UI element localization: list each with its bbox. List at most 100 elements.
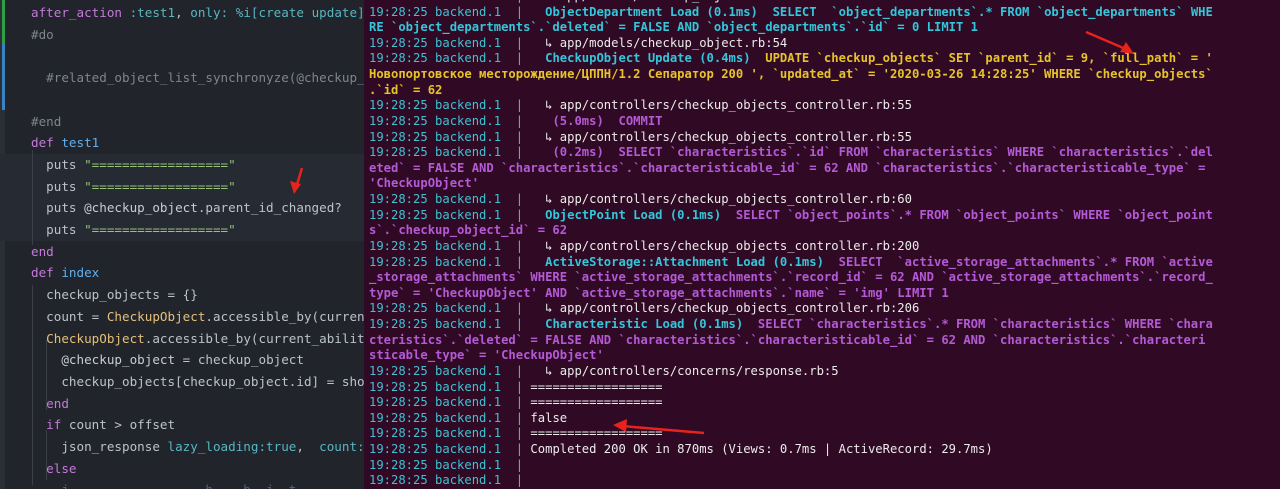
- terminal-line: type` = 'CheckupObject' AND `active_stor…: [369, 286, 949, 302]
- code-token: index: [53, 265, 100, 281]
- terminal-line: RE `object_departments`.`deleted` = FALS…: [369, 20, 978, 36]
- code-token: puts: [31, 178, 85, 194]
- terminal-line: 19:28:25 backend.1 | (5.0ms) COMMIT: [369, 114, 663, 130]
- terminal-line: 19:28:25 backend.1 | ActiveStorage::Atta…: [369, 255, 1213, 271]
- log-text: CheckupObject Update (0.4ms): [523, 51, 751, 66]
- code-editor-pane[interactable]: after_action :test1, only: %i[create upd…: [0, 0, 364, 489]
- code-line[interactable]: checkup_objects[checkup_object.id] = sho…: [0, 371, 364, 393]
- log-text: cteristics`.`deleted` = FALSE AND `chara…: [369, 332, 1206, 347]
- code-token: #related_object_list_synchronyze(@checku…: [31, 70, 364, 86]
- code-line[interactable]: puts "==================": [0, 175, 364, 198]
- log-text: Completed 200 OK in 870ms (Views: 0.7ms …: [523, 441, 993, 456]
- log-text: Characteristic Load (0.1ms): [523, 317, 744, 332]
- code-line[interactable]: puts @checkup_object.parent_id_changed?: [0, 197, 364, 220]
- code-line[interactable]: puts "==================": [0, 153, 364, 176]
- log-text: type` = 'CheckupObject' AND `active_stor…: [369, 285, 949, 300]
- log-prefix: 19:28:25 backend.1 |: [369, 317, 524, 332]
- terminal-pane[interactable]: 19:28:25 backend.1 | ↳ app/models/checku…: [364, 0, 1280, 489]
- code-token: .parent_id_changed?: [197, 200, 342, 216]
- log-prefix: 19:28:25 backend.1 |: [369, 441, 524, 456]
- log-prefix: 19:28:25 backend.1 |: [369, 238, 524, 253]
- log-prefix: 19:28:25 backend.1 |: [369, 113, 524, 128]
- log-text: ↳ app/models/checkup_object.rb:52: [523, 0, 787, 3]
- code-token: @checkup_object: [84, 200, 198, 216]
- log-prefix: 19:28:25 backend.1 |: [369, 35, 524, 50]
- code-line[interactable]: checkup_objects = {}: [0, 284, 364, 306]
- code-line[interactable]: #do: [0, 24, 364, 46]
- code-token: "==================": [84, 178, 236, 194]
- code-line[interactable]: count = CheckupObject.accessible_by(curr…: [0, 306, 364, 328]
- code-token: test1: [53, 135, 100, 151]
- code-token: @checkup_object: [61, 352, 176, 368]
- log-text: UPDATE `checkup_objects` SET `parent_id`…: [750, 51, 1213, 66]
- code-line[interactable]: #related_object_list_synchronyze(@checku…: [0, 67, 364, 89]
- code-line[interactable]: puts "==================": [0, 219, 364, 241]
- terminal-line: 19:28:25 backend.1 | (0.2ms) SELECT `cha…: [369, 145, 1213, 161]
- terminal-line: 19:28:25 backend.1 | false: [369, 411, 567, 427]
- terminal-line: 19:28:25 backend.1 | ==================: [369, 395, 663, 411]
- log-text: SELECT `active_storage_attachments`.* FR…: [823, 254, 1213, 269]
- log-text: Новопортовское месторождение/ЦППН/1.2 Се…: [369, 67, 1213, 82]
- log-prefix: 19:28:25 backend.1 |: [369, 0, 523, 3]
- code-line[interactable]: @checkup_object = checkup_object: [0, 349, 364, 371]
- code-token: #end: [31, 113, 62, 129]
- log-prefix: 19:28:25 backend.1 |: [369, 473, 524, 488]
- log-prefix: 19:28:25 backend.1 |: [369, 457, 524, 472]
- code-token: count:: [319, 439, 364, 454]
- log-text: (0.2ms) SELECT `characteristics`.`id` FR…: [523, 145, 1213, 160]
- log-prefix: 19:28:25 backend.1 |: [369, 426, 524, 441]
- log-text: ↳ app/models/checkup_object.rb:54: [523, 35, 788, 50]
- code-token: ,: [175, 5, 191, 20]
- log-prefix: 19:28:25 backend.1 |: [369, 98, 524, 113]
- code-token: def: [31, 265, 54, 281]
- log-text: eted` = FALSE AND `characteristics`.`cha…: [369, 160, 1206, 175]
- code-token: only:: [190, 5, 229, 20]
- terminal-line: 19:28:25 backend.1 | ↳ app/controllers/c…: [369, 192, 912, 208]
- terminal-line: 19:28:25 backend.1 | ↳ app/controllers/c…: [369, 239, 919, 255]
- code-token: "==================": [84, 156, 236, 172]
- code-line[interactable]: def test1: [0, 132, 364, 154]
- log-prefix: 19:28:25 backend.1 |: [369, 129, 524, 144]
- code-line[interactable]: end: [0, 393, 364, 415]
- log-prefix: 19:28:25 backend.1 |: [369, 145, 524, 160]
- log-text: ↳ app/controllers/checkup_objects_contro…: [523, 301, 920, 316]
- log-text: SELECT `characteristics`.* FROM `charact…: [743, 317, 1213, 332]
- terminal-line: 19:28:25 backend.1 | ↳ app/controllers/c…: [369, 98, 912, 114]
- code-line[interactable]: else: [0, 458, 364, 480]
- terminal-line: 19:28:25 backend.1 | ObjectDepartment Lo…: [369, 5, 1213, 21]
- indent-guide: [32, 150, 33, 245]
- terminal-line: sticable_type` = 'CheckupObject': [369, 348, 604, 364]
- log-text: SELECT `object_points`.* FROM `object_po…: [721, 207, 1213, 222]
- code-line[interactable]: [0, 89, 364, 111]
- indent-guide: [46, 340, 47, 410]
- terminal-line: 19:28:25 backend.1 | Characteristic Load…: [369, 317, 1213, 333]
- code-line[interactable]: end: [0, 241, 364, 263]
- code-line[interactable]: after_action :test1, only: %i[create upd…: [0, 2, 364, 24]
- log-text: sticable_type` = 'CheckupObject': [369, 348, 604, 363]
- log-text: ObjectDepartment Load (0.1ms): [523, 4, 758, 19]
- code-token: = checkup_object: [175, 352, 304, 368]
- log-text: ↳ app/controllers/checkup_objects_contro…: [523, 129, 912, 144]
- terminal-line: cteristics`.`deleted` = FALSE AND `chara…: [369, 333, 1205, 349]
- code-line[interactable]: json_response lazy_loading:true, count: …: [0, 436, 364, 458]
- code-token: json_response: [31, 439, 168, 454]
- code-line[interactable]: CheckupObject.accessible_by(current_abil…: [0, 328, 364, 350]
- code-line[interactable]: j h b j t: [0, 479, 364, 489]
- terminal-line: 19:28:25 backend.1 |: [369, 473, 523, 489]
- code-line[interactable]: #end: [0, 111, 364, 133]
- code-line[interactable]: [0, 45, 364, 67]
- terminal-line: 19:28:25 backend.1 | ObjectPoint Load (0…: [369, 208, 1213, 224]
- log-text: s`.`checkup_object_id` = 62: [369, 223, 568, 238]
- log-prefix: 19:28:25 backend.1 |: [369, 207, 524, 222]
- log-text: ↳ app/controllers/checkup_objects_contro…: [523, 98, 912, 113]
- terminal-line: Новопортовское месторождение/ЦППН/1.2 Се…: [369, 67, 1213, 83]
- log-text: ActiveStorage::Attachment Load (0.1ms): [523, 254, 824, 269]
- code-token: end: [31, 243, 54, 259]
- log-prefix: 19:28:25 backend.1 |: [369, 51, 524, 66]
- code-line[interactable]: def index: [0, 262, 364, 284]
- code-line[interactable]: if count > offset: [0, 414, 364, 436]
- log-prefix: 19:28:25 backend.1 |: [369, 379, 524, 394]
- code-token: ,: [296, 439, 320, 454]
- code-token: puts: [31, 200, 85, 216]
